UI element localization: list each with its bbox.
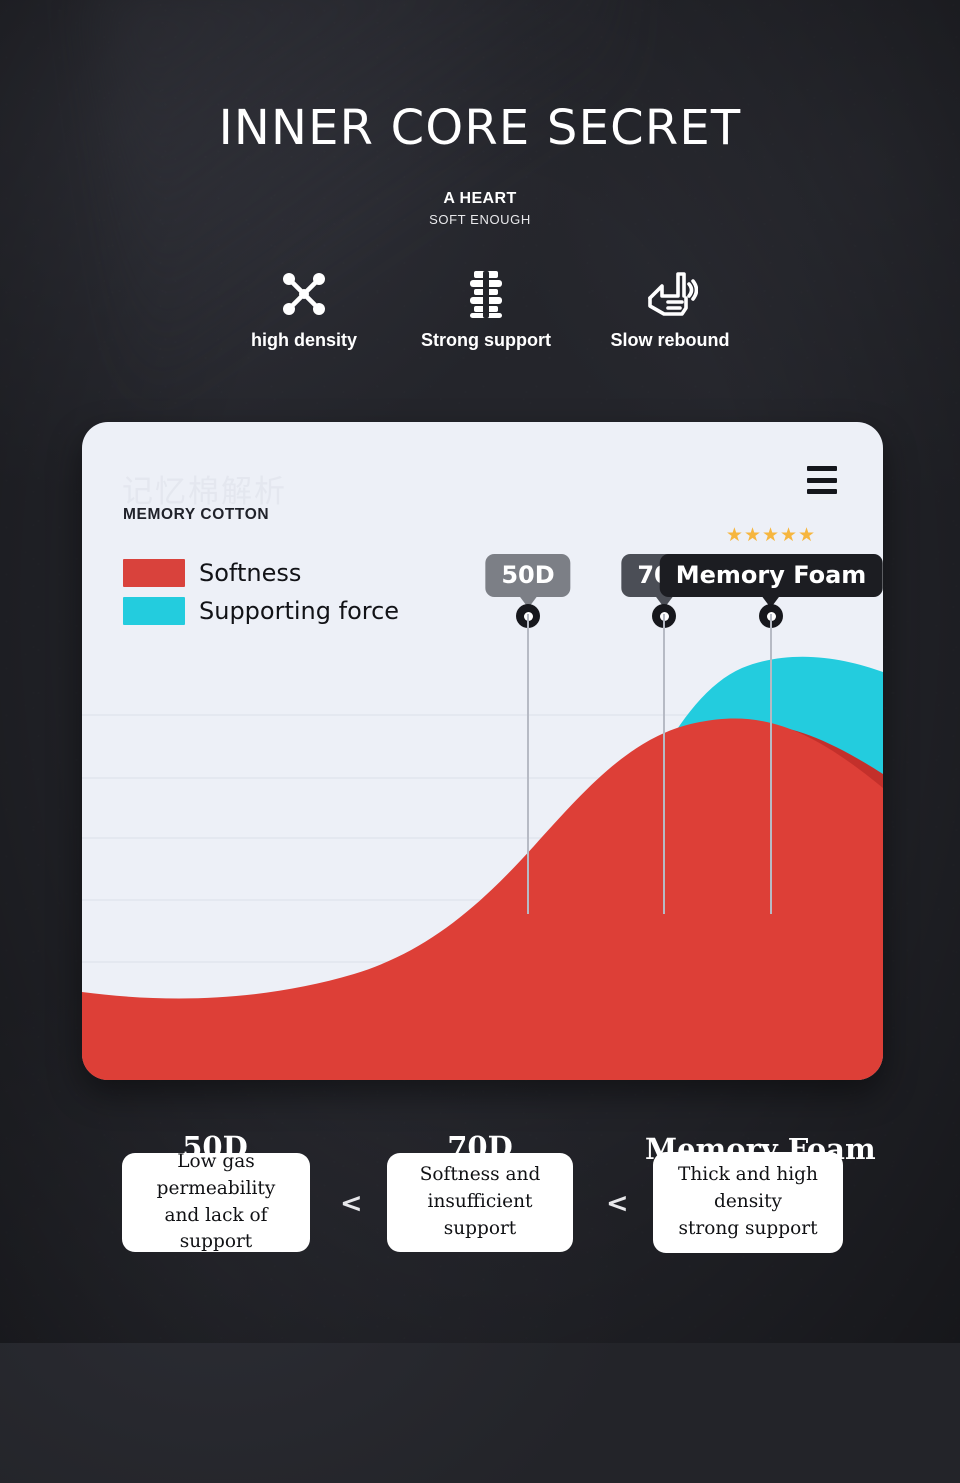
comparison-body-line1: Softness and [419, 1164, 541, 1186]
menu-bar-2 [807, 477, 837, 483]
comparison-card-memory-foam: Thick and high density strong support [653, 1152, 843, 1253]
comparison-body-line2: and lack of support [164, 1204, 268, 1253]
series-softness [82, 718, 883, 1080]
marker-label: 50D [501, 561, 555, 589]
hamburger-menu-icon[interactable] [807, 466, 837, 494]
chart-legend: Softness Supporting force [123, 556, 399, 632]
feature-row: high density Strong support Slow rebound [0, 266, 960, 376]
comparison-body-line1: Thick and high density [678, 1164, 818, 1213]
legend-swatch-softness [123, 559, 185, 587]
chart-card: 记忆棉解析 MEMORY COTTON Softness Supporting … [82, 422, 883, 1080]
comparison-separator-2: < [606, 1188, 629, 1219]
subtitle-secondary: SOFT ENOUGH [429, 212, 531, 227]
comparison-body-line1: Low gas permeability [156, 1150, 276, 1199]
comparison-card-70d: Softness and insufficient support [387, 1153, 573, 1252]
legend-label: Supporting force [199, 597, 400, 625]
comparison-card-50d: Low gas permeability and lack of support [122, 1150, 310, 1253]
marker-bubble[interactable]: Memory Foam [659, 554, 883, 608]
comparison-separator-1: < [340, 1188, 363, 1219]
menu-bar-3 [807, 489, 837, 494]
page-title: INNER CORE SECRET [218, 100, 742, 156]
feature-slow-rebound: Slow rebound [560, 266, 780, 351]
marker-stem [527, 614, 529, 914]
marker-stem [770, 614, 772, 914]
marker-stem [663, 614, 665, 914]
comparison-body-line2: strong support [678, 1217, 818, 1239]
marker-label: Memory Foam [675, 561, 867, 589]
legend-item-softness: Softness [123, 556, 399, 590]
marker-bubble[interactable]: 50D [485, 554, 571, 608]
menu-bar-1 [807, 466, 837, 471]
card-brand-title: MEMORY COTTON [123, 506, 270, 523]
subtitle-primary: A HEART [443, 190, 517, 207]
legend-swatch-supporting-force [123, 597, 185, 625]
comparison-row: 50D 70D Memory Foam Low gas permeability… [0, 1110, 960, 1290]
legend-item-supporting-force: Supporting force [123, 594, 399, 628]
comparison-body-line2: insufficient support [427, 1191, 533, 1239]
feature-label: Slow rebound [610, 330, 730, 350]
card-watermark: 记忆棉解析 [122, 474, 287, 510]
rating-stars: ★★★★★ [725, 525, 817, 546]
hand-press-icon [560, 266, 780, 322]
legend-label: Softness [199, 559, 302, 587]
